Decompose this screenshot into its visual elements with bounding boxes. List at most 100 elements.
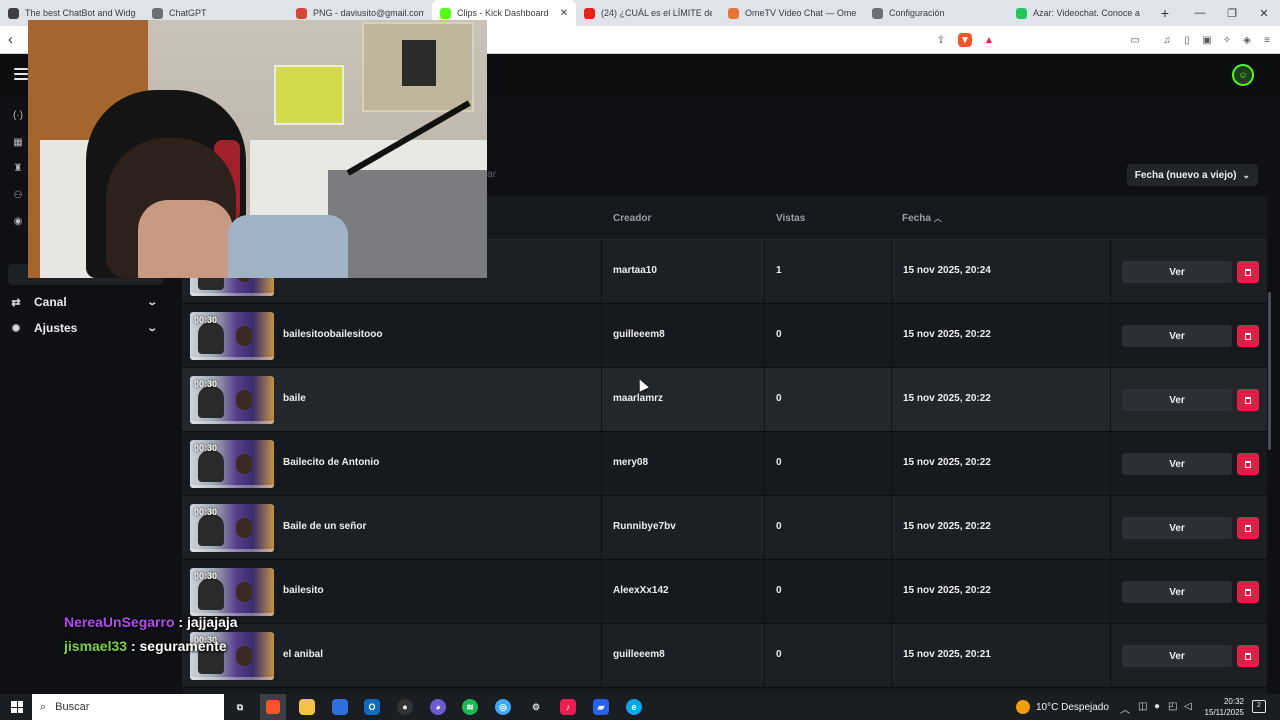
table-row[interactable]: 00:30 Bailecito de Antonio mery08 0 15 nov 2… [182, 432, 1267, 496]
clip-thumbnail[interactable]: 00:30 [190, 440, 274, 488]
browser-tab[interactable]: Azar: Videochat. Conoce a [1008, 0, 1152, 26]
table-row[interactable]: 00:30 bailesito AleexXx142 0 15 nov 2025, 20… [182, 560, 1267, 624]
chat-text: jajjajaja [186, 614, 238, 630]
tab-title: (24) ¿CUÁL es el LÍMITE del HUM [601, 8, 712, 18]
app-icon[interactable]: ◎ [495, 699, 511, 715]
outlook-icon[interactable]: O [364, 699, 380, 715]
delete-clip-button[interactable] [1237, 261, 1259, 283]
windows-start-icon[interactable] [11, 701, 23, 713]
table-row[interactable]: 00:30 el anibal guilleeem8 0 15 nov 2025, 20… [182, 624, 1267, 688]
column-divider [891, 304, 892, 367]
volume-icon[interactable]: ◁ [1184, 701, 1192, 712]
camera-icon[interactable]: ◉ [11, 215, 25, 229]
live-icon[interactable]: (·) [11, 109, 25, 123]
edge-icon[interactable]: e [626, 699, 642, 715]
community-icon[interactable]: ⚇ [11, 189, 25, 203]
trophy-icon[interactable]: ♜ [11, 162, 25, 176]
user-avatar[interactable]: ☺ [1232, 64, 1254, 86]
brave-browser-icon[interactable] [260, 694, 286, 720]
view-clip-button[interactable]: Ver [1122, 517, 1232, 539]
new-tab-button[interactable]: + [1152, 5, 1178, 21]
share-icon[interactable]: ⇪ [934, 33, 948, 47]
tray-chevron-icon[interactable]: ︿ [1120, 701, 1130, 716]
column-divider [764, 432, 765, 495]
browser-tab[interactable]: Configuración [864, 0, 1008, 26]
clip-thumbnail[interactable]: 00:30 [190, 568, 274, 616]
clip-thumbnail[interactable]: 00:30 [190, 312, 274, 360]
close-window-button[interactable]: ✕ [1248, 0, 1280, 26]
column-divider [601, 240, 602, 303]
back-icon[interactable]: ‹ [8, 31, 13, 48]
notification-icon[interactable]: 2 [1252, 700, 1266, 713]
view-clip-button[interactable]: Ver [1122, 325, 1232, 347]
delete-clip-button[interactable] [1237, 453, 1259, 475]
thumbnail-person-2 [236, 582, 252, 602]
delete-clip-button[interactable] [1237, 645, 1259, 667]
github-icon[interactable]: ● [397, 699, 413, 715]
thumbnail-person-2 [236, 390, 252, 410]
browser-tab[interactable]: (24) ¿CUÁL es el LÍMITE del HUM [576, 0, 720, 26]
microphone-icon[interactable]: ● [1154, 701, 1160, 712]
table-row[interactable]: 00:30 bailesitoobailesitooo guilleeem8 0 15 … [182, 304, 1267, 368]
view-clip-button[interactable]: Ver [1122, 389, 1232, 411]
sidebar-item-canal[interactable]: ⇄ Canal ⌄ [10, 292, 160, 312]
wallet-icon[interactable]: ▣ [1200, 33, 1214, 47]
thumbnail-progress-bar [190, 549, 274, 552]
hamburger-menu-icon[interactable] [14, 68, 28, 80]
file-explorer-icon[interactable] [299, 699, 315, 715]
minimize-button[interactable]: — [1184, 0, 1216, 26]
panel-icon[interactable]: ▯ [1180, 33, 1194, 47]
sort-dropdown[interactable]: Fecha (nuevo a viejo) ⌄ [1126, 164, 1258, 186]
dashboard-icon[interactable]: ▦ [11, 136, 25, 150]
sidebar-item-ajustes[interactable]: ✹ Ajustes ⌄ [10, 318, 160, 338]
brave-rewards-icon[interactable]: ▲ [982, 33, 996, 47]
column-divider [764, 304, 765, 367]
table-row[interactable]: 00:30 baile maarlamrz 0 15 nov 2025, 20:22 Ve… [182, 368, 1267, 432]
column-header-views[interactable]: Vistas [776, 213, 805, 224]
column-header-creator[interactable]: Creador [613, 213, 651, 224]
tab-close-icon[interactable]: ✕ [560, 8, 568, 19]
clip-title: bailesitoobailesitooo [283, 329, 383, 340]
view-clip-button[interactable]: Ver [1122, 261, 1232, 283]
network-icon[interactable]: ◰ [1168, 701, 1177, 712]
column-divider [891, 240, 892, 303]
clip-title: Bailecito de Antonio [283, 457, 380, 468]
store-icon[interactable] [332, 699, 348, 715]
table-row[interactable]: 00:30 Baile de un señor Runnibye7bv 0 15 nov… [182, 496, 1267, 560]
delete-clip-button[interactable] [1237, 389, 1259, 411]
clip-creator: martaa10 [613, 265, 657, 276]
leo-ai-icon[interactable]: ✧ [1220, 33, 1234, 47]
view-clip-button[interactable]: Ver [1122, 581, 1232, 603]
clip-thumbnail[interactable]: 00:30 [190, 504, 274, 552]
music-icon[interactable]: ♫ [1160, 33, 1174, 47]
vpn-icon[interactable]: ◈ [1240, 33, 1254, 47]
delete-clip-button[interactable] [1237, 581, 1259, 603]
thumbnail-person [198, 514, 224, 546]
brave-shield-icon[interactable]: ▼ [958, 33, 972, 47]
settings-icon[interactable]: ⚙ [528, 699, 544, 715]
clip-creator: guilleeem8 [613, 329, 665, 340]
sidebar-item-label: Ajustes [34, 321, 78, 335]
view-clip-button[interactable]: Ver [1122, 645, 1232, 667]
delete-clip-button[interactable] [1237, 517, 1259, 539]
clip-thumbnail[interactable]: 00:30 [190, 376, 274, 424]
sidebar-toggle-icon[interactable]: ▭ [1128, 33, 1142, 47]
tray-app-icon[interactable]: ◫ [1138, 701, 1147, 712]
discord-icon[interactable]: ◕ [430, 699, 446, 715]
scrollbar[interactable] [1268, 292, 1271, 450]
taskbar-clock[interactable]: 20:32 15/11/2025 [1198, 696, 1244, 718]
tiktok-icon[interactable]: ♪ [560, 699, 576, 715]
taskbar-search[interactable]: ⌕ Buscar [32, 694, 224, 720]
delete-clip-button[interactable] [1237, 325, 1259, 347]
chat-message: jismael33 : seguramente [64, 638, 227, 654]
browser-tab[interactable]: OmeTV Video Chat — Omegle [720, 0, 864, 26]
task-view-icon[interactable]: ⧉ [232, 699, 248, 715]
app-icon-2[interactable]: ▰ [593, 699, 609, 715]
weather-widget[interactable]: 10°C Despejado [1016, 700, 1109, 714]
menu-icon[interactable]: ≡ [1260, 33, 1274, 47]
column-header-date[interactable]: Fecha ︿ [902, 213, 942, 224]
tab-favicon-icon [440, 7, 451, 19]
restore-button[interactable]: ❐ [1216, 0, 1248, 26]
spotify-icon[interactable]: ≋ [462, 699, 478, 715]
view-clip-button[interactable]: Ver [1122, 453, 1232, 475]
